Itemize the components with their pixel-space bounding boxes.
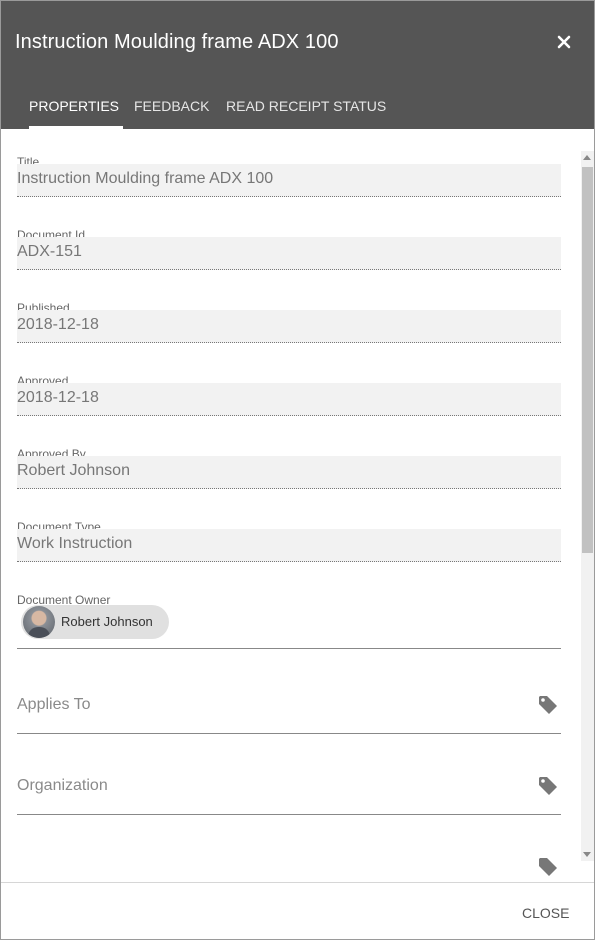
tag-icon[interactable] <box>537 775 559 797</box>
close-icon[interactable] <box>553 31 575 53</box>
close-button[interactable]: CLOSE <box>522 905 569 921</box>
tab-feedback[interactable]: FEEDBACK <box>134 89 214 129</box>
applies-to-label: Applies To <box>17 696 91 713</box>
avatar <box>23 606 55 638</box>
owner-field-underline <box>17 648 561 649</box>
organization-label: Organization <box>17 777 108 794</box>
dialog-footer: CLOSE <box>1 882 594 939</box>
document-properties-dialog: Instruction Moulding frame ADX 100 PROPE… <box>0 0 595 940</box>
organization-underline <box>17 814 561 815</box>
field-document-type-value[interactable]: Work Instruction <box>17 529 561 562</box>
owner-chip[interactable]: Robert Johnson <box>21 605 169 639</box>
field-document-owner: Document Owner Robert Johnson <box>17 593 561 653</box>
tab-properties-label: PROPERTIES <box>29 98 119 114</box>
properties-panel: Title Instruction Moulding frame ADX 100… <box>1 129 594 882</box>
organization-picker[interactable]: Organization <box>17 765 561 815</box>
applies-to-picker[interactable]: Applies To <box>17 684 561 734</box>
tab-read-receipt-status[interactable]: READ RECEIPT STATUS <box>226 89 386 129</box>
scroll-down-arrow[interactable] <box>583 852 591 857</box>
owner-chip-label: Robert Johnson <box>61 614 153 629</box>
scroll-up-arrow[interactable] <box>583 155 591 160</box>
field-title-value[interactable]: Instruction Moulding frame ADX 100 <box>17 164 561 197</box>
dialog-title: Instruction Moulding frame ADX 100 <box>15 31 339 53</box>
tab-read-receipt-status-label: READ RECEIPT STATUS <box>226 98 387 114</box>
applies-to-underline <box>17 733 561 734</box>
tag-icon[interactable] <box>537 856 559 878</box>
scrollbar[interactable] <box>581 151 594 861</box>
field-approved-value[interactable]: 2018-12-18 <box>17 383 561 416</box>
field-published-value[interactable]: 2018-12-18 <box>17 310 561 343</box>
dialog-header: Instruction Moulding frame ADX 100 PROPE… <box>1 1 594 129</box>
field-approved-by-value[interactable]: Robert Johnson <box>17 456 561 489</box>
tag-icon[interactable] <box>537 694 559 716</box>
tab-feedback-label: FEEDBACK <box>134 98 210 114</box>
tab-properties[interactable]: PROPERTIES <box>29 89 123 129</box>
scrollbar-thumb[interactable] <box>582 167 593 553</box>
field-document-id-value[interactable]: ADX-151 <box>17 237 561 270</box>
